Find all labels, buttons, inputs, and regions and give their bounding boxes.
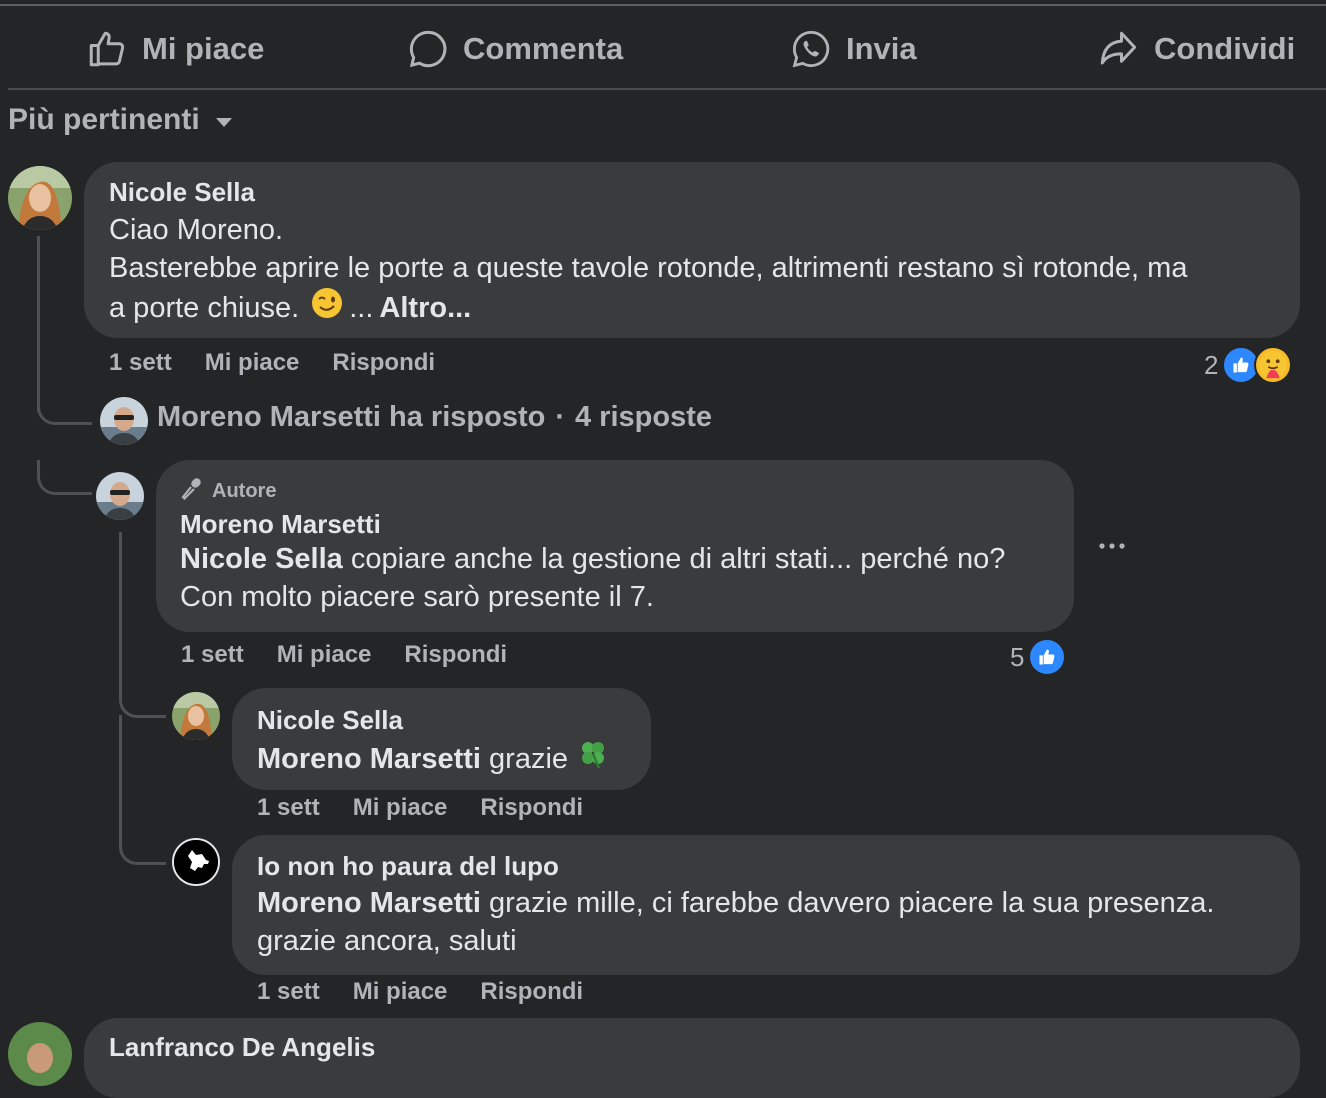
microphone-icon	[180, 476, 204, 506]
thread-connector	[37, 460, 92, 495]
like-action-button[interactable]: Mi piace	[86, 24, 264, 74]
reaction-summary[interactable]: 5	[1010, 638, 1067, 676]
post-action-bar: Mi piace Commenta Invia Condividi	[0, 6, 1326, 88]
reply-link[interactable]: Rispondi	[404, 641, 507, 669]
wolf-logo-icon	[174, 840, 218, 884]
more-options-icon[interactable]	[1096, 532, 1128, 560]
comment-meta: 1 sett Mi piace Rispondi	[257, 978, 583, 1006]
care-reaction-icon	[1254, 346, 1293, 384]
mention-link[interactable]: Moreno Marsetti	[257, 740, 481, 778]
comment-text: grazie mille, ci farebbe davvero piacere…	[480, 887, 1215, 919]
avatar[interactable]	[172, 692, 220, 740]
avatar[interactable]	[8, 1022, 72, 1086]
comment-meta: 1 sett Mi piace Rispondi	[109, 349, 435, 377]
send-action-button[interactable]: Invia	[790, 24, 917, 74]
author-badge: Autore	[180, 476, 276, 506]
comment-text: copiare anche la gestione di altri stati…	[342, 543, 1006, 575]
comment-author[interactable]: Nicole Sella	[109, 177, 255, 208]
like-link[interactable]: Mi piace	[205, 349, 300, 377]
page-logo-avatar[interactable]	[172, 838, 220, 886]
avatar[interactable]	[8, 166, 72, 230]
share-arrow-icon	[1096, 28, 1140, 70]
replies-count: 4 risposte	[575, 401, 712, 433]
avatar[interactable]	[100, 397, 148, 445]
comment-text-line: Nicole Sella copiare anche la gestione d…	[180, 540, 1005, 578]
comment-action-label: Commenta	[463, 31, 624, 66]
author-badge-label: Autore	[212, 479, 277, 502]
whatsapp-icon	[790, 28, 832, 70]
ellipsis-text: ...	[349, 292, 374, 324]
separator: ·	[555, 401, 565, 433]
comment-text: a porte chiuse.	[109, 292, 300, 324]
thread-line	[37, 236, 40, 412]
like-action-label: Mi piace	[142, 31, 265, 66]
comment-text-line: grazie ancora, saluti	[257, 925, 517, 957]
reply-bubble: Io non ho paura del lupo Moreno Marsetti…	[232, 835, 1300, 975]
like-reaction-icon	[1028, 638, 1067, 676]
thread-connector	[119, 715, 166, 865]
comment-meta: 1 sett Mi piace Rispondi	[257, 794, 583, 822]
thread-connector	[37, 390, 92, 425]
replies-summary-text: Moreno Marsetti ha risposto	[157, 401, 546, 433]
avatar[interactable]	[96, 472, 144, 520]
reply-bubble: Nicole Sella Moreno Marsetti grazie	[232, 688, 651, 790]
reaction-summary[interactable]: 2	[1204, 346, 1293, 384]
caret-down-icon	[214, 103, 234, 137]
comment-text-line: Moreno Marsetti grazie	[257, 737, 610, 781]
sort-dropdown[interactable]: Più pertinenti	[8, 100, 234, 140]
thread-connector	[119, 680, 166, 718]
comment-bubble-icon	[407, 28, 449, 70]
comment-timestamp[interactable]: 1 sett	[257, 794, 320, 822]
comment-text-last-line: a porte chiuse. ... Altro...	[109, 287, 471, 329]
comment-action-button[interactable]: Commenta	[407, 24, 623, 74]
mention-link[interactable]: Moreno Marsetti	[257, 887, 481, 919]
action-bar-divider	[8, 88, 1326, 90]
send-action-label: Invia	[846, 31, 917, 66]
reaction-count: 5	[1010, 641, 1025, 672]
view-replies-link[interactable]: Moreno Marsetti ha risposto · 4 risposte	[157, 401, 712, 434]
comment-bubble: Nicole Sella Ciao Moreno. Basterebbe apr…	[84, 162, 1300, 338]
reply-bubble: Autore Moreno Marsetti Nicole Sella copi…	[156, 460, 1074, 632]
sort-label: Più pertinenti	[8, 103, 200, 136]
comment-author[interactable]: Nicole Sella	[257, 705, 403, 736]
like-link[interactable]: Mi piace	[353, 978, 448, 1006]
comment-meta: 1 sett Mi piace Rispondi	[181, 641, 507, 669]
reply-link[interactable]: Rispondi	[480, 794, 583, 822]
comment-bubble: Lanfranco De Angelis	[84, 1018, 1300, 1098]
comment-author[interactable]: Io non ho paura del lupo	[257, 851, 559, 882]
comment-text: grazie	[480, 743, 569, 775]
comment-timestamp[interactable]: 1 sett	[181, 641, 244, 669]
comment-author[interactable]: Moreno Marsetti	[180, 509, 381, 540]
comment-text-line: Basterebbe aprire le porte a queste tavo…	[109, 252, 1188, 284]
mention-link[interactable]: Nicole Sella	[180, 543, 343, 575]
thumbs-up-icon	[86, 28, 128, 70]
thread-line	[119, 532, 122, 682]
comment-timestamp[interactable]: 1 sett	[257, 978, 320, 1006]
clover-icon	[576, 737, 610, 781]
comment-text-line: Ciao Moreno.	[109, 214, 284, 246]
like-link[interactable]: Mi piace	[277, 641, 372, 669]
see-more-link[interactable]: Altro...	[379, 289, 471, 327]
share-action-label: Condividi	[1154, 31, 1296, 66]
reply-link[interactable]: Rispondi	[332, 349, 435, 377]
comment-text-line: Con molto piacere sarò presente il 7.	[180, 581, 654, 613]
reply-link[interactable]: Rispondi	[480, 978, 583, 1006]
like-link[interactable]: Mi piace	[353, 794, 448, 822]
winking-face-icon	[311, 287, 343, 329]
comment-timestamp[interactable]: 1 sett	[109, 349, 172, 377]
comment-text-line: Moreno Marsetti grazie mille, ci farebbe…	[257, 884, 1214, 922]
share-action-button[interactable]: Condividi	[1096, 24, 1295, 74]
reaction-count: 2	[1204, 349, 1219, 380]
